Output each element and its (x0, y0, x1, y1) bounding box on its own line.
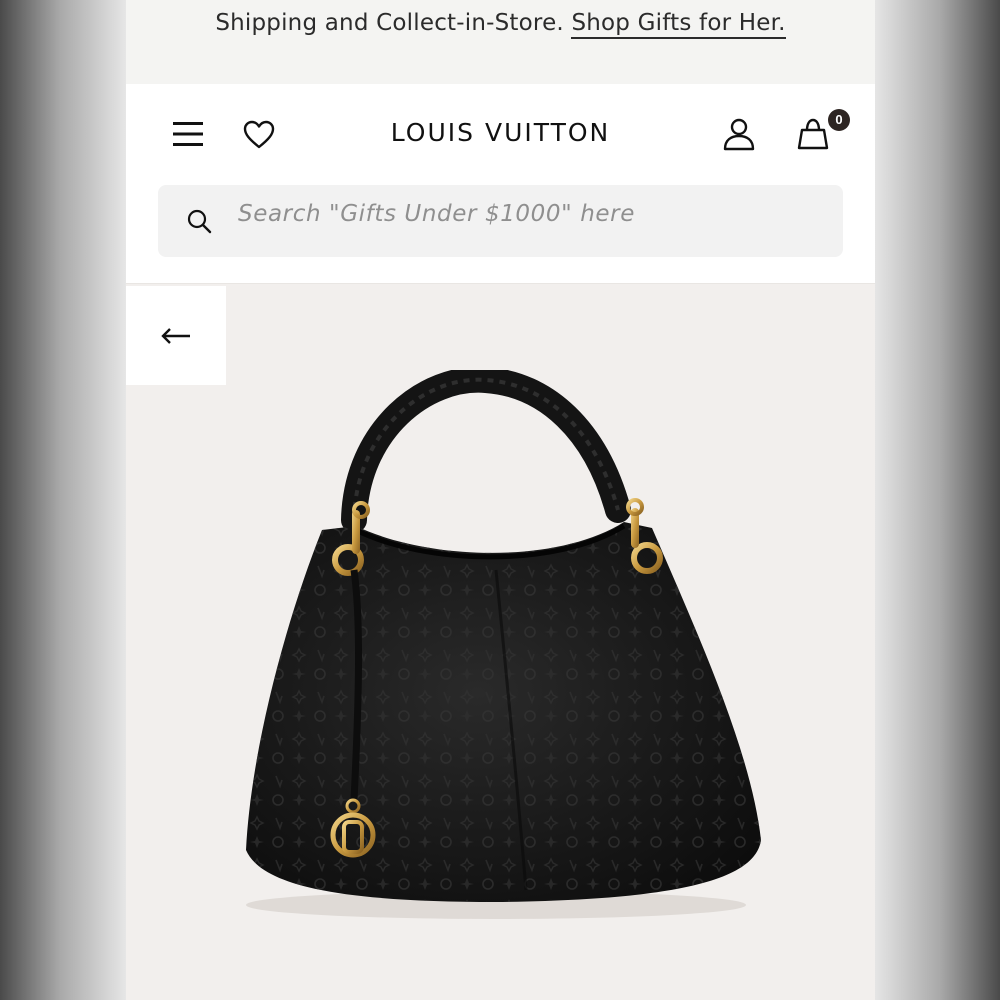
brand-logo[interactable]: LOUIS VUITTON (126, 118, 875, 147)
site-header: LOUIS VUITTON 0 Search "Gifts Under $100… (126, 84, 875, 284)
cart-count-badge: 0 (828, 109, 850, 131)
search-icon (187, 209, 212, 234)
product-image (246, 370, 761, 919)
mobile-page: Shipping and Collect-in-Store. Shop Gift… (126, 0, 875, 1000)
arrow-left-icon (161, 328, 190, 344)
search-input[interactable]: Search "Gifts Under $1000" here (238, 201, 635, 227)
promo-text: Shipping and Collect-in-Store. (215, 10, 564, 36)
promo-banner: Shipping and Collect-in-Store. Shop Gift… (126, 0, 875, 84)
shop-gifts-link[interactable]: Shop Gifts for Her. (571, 10, 786, 39)
shopping-bag-icon[interactable] (796, 118, 830, 150)
search-bar[interactable]: Search "Gifts Under $1000" here (158, 185, 843, 257)
back-button[interactable] (126, 286, 226, 385)
account-icon[interactable] (722, 117, 756, 151)
